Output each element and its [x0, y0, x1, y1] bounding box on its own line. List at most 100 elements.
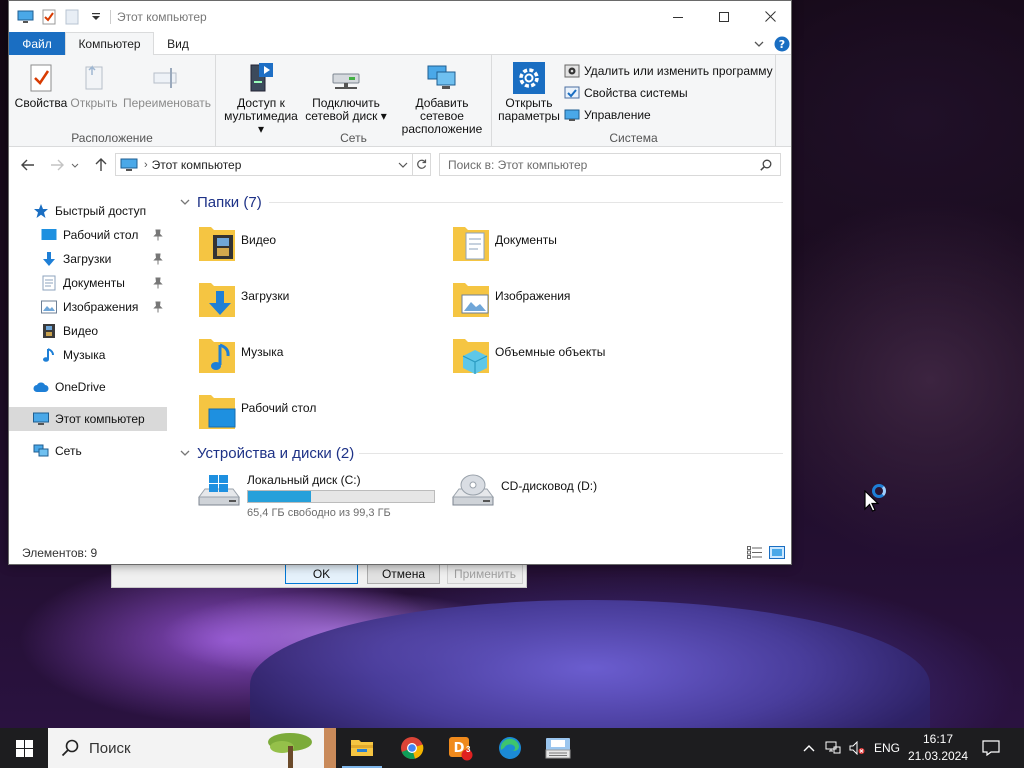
details-view-icon[interactable]: [747, 546, 763, 559]
breadcrumb-chevron[interactable]: ›: [144, 159, 148, 171]
folders-header-text: Папки (7): [197, 193, 262, 211]
folders-group-header[interactable]: Папки (7): [179, 191, 262, 213]
taskbar-app-d3[interactable]: D 3: [436, 728, 484, 768]
minimize-button[interactable]: [655, 1, 701, 32]
properties-button[interactable]: Свойства: [15, 59, 67, 110]
cancel-button[interactable]: Отмена: [367, 563, 440, 584]
system-properties-button[interactable]: Свойства системы: [564, 84, 688, 102]
folder-music[interactable]: Музыка: [195, 333, 445, 385]
folder-3d-objects[interactable]: Объемные объекты: [449, 333, 699, 385]
add-network-location-button[interactable]: Добавить сетевое расположение: [392, 59, 492, 136]
manage-icon: [564, 109, 580, 121]
taskbar-keyboard-app[interactable]: [534, 728, 582, 768]
back-button[interactable]: [18, 155, 38, 175]
address-bar[interactable]: › Этот компьютер: [115, 153, 431, 176]
map-drive-label-2: сетевой диск ▾: [305, 109, 387, 123]
sidebar-item-videos[interactable]: Видео: [9, 319, 167, 343]
network-status-button[interactable]: [822, 728, 844, 768]
title-bar[interactable]: Этот компьютер: [9, 1, 791, 32]
search-placeholder[interactable]: Поиск в: Этот компьютер: [448, 158, 587, 172]
ribbon-expand-button[interactable]: [751, 35, 767, 52]
ribbon-group-location: Свойства Открыть Переименовать Расположе…: [9, 55, 216, 147]
folder-downloads[interactable]: Загрузки: [195, 277, 445, 329]
cloud-icon: [33, 379, 49, 395]
computer-icon: [33, 411, 49, 427]
notifications-button[interactable]: [976, 728, 1006, 768]
help-button[interactable]: ?: [773, 35, 791, 52]
folder-label: Объемные объекты: [495, 345, 606, 359]
taskbar-clock[interactable]: 16:17 21.03.2024: [906, 731, 970, 765]
manage-button[interactable]: Управление: [564, 106, 651, 124]
address-text[interactable]: Этот компьютер: [152, 158, 242, 172]
search-box[interactable]: Поиск в: Этот компьютер: [439, 153, 781, 176]
open-settings-button[interactable]: Открыть параметры: [496, 59, 562, 123]
maximize-button[interactable]: [701, 1, 747, 32]
folder-videos[interactable]: Видео: [195, 221, 445, 273]
cube-folder-icon: [449, 333, 493, 381]
volume-button[interactable]: [846, 728, 868, 768]
network-monitor-icon: [825, 741, 841, 754]
document-icon: [41, 275, 57, 291]
uninstall-program-button[interactable]: Удалить или изменить программу: [564, 62, 773, 80]
search-icon[interactable]: [760, 159, 772, 171]
sidebar-item-quick-access[interactable]: Быстрый доступ: [9, 199, 167, 223]
ribbon-group-network: Доступ к мультимедиа ▾ Подключить сетево…: [216, 55, 492, 147]
group-divider: [269, 202, 783, 203]
folder-pictures[interactable]: Изображения: [449, 277, 699, 329]
ok-button[interactable]: OK: [285, 563, 358, 584]
quick-access-dropdown-icon[interactable]: [87, 8, 105, 26]
refresh-button[interactable]: [412, 154, 430, 175]
arrow-right-icon: [51, 159, 64, 171]
music-note-icon: [41, 347, 57, 363]
devices-group-header[interactable]: Устройства и диски (2): [179, 442, 354, 464]
pin-icon[interactable]: [153, 301, 163, 313]
map-drive-button[interactable]: Подключить сетевой диск ▾: [304, 59, 388, 123]
search-icon: [61, 739, 79, 757]
drive-name: Локальный диск (C:): [247, 473, 361, 487]
sidebar-item-documents[interactable]: Документы: [9, 271, 167, 295]
start-button[interactable]: [0, 728, 48, 768]
media-access-button[interactable]: Доступ к мультимедиа ▾: [220, 59, 302, 136]
sidebar-label: Видео: [63, 324, 99, 338]
sidebar-item-network[interactable]: Сеть: [9, 439, 167, 463]
close-button[interactable]: [747, 1, 791, 32]
download-arrow-icon: [41, 251, 57, 267]
system-group-label: Система: [609, 131, 658, 145]
devices-header-text: Устройства и диски (2): [197, 444, 355, 462]
downloads-folder-icon: [195, 277, 239, 325]
pin-icon[interactable]: [153, 229, 163, 241]
taskbar-edge[interactable]: [486, 728, 534, 768]
sidebar-item-pictures[interactable]: Изображения: [9, 295, 167, 319]
apply-button: Применить: [447, 563, 523, 584]
taskbar-explorer[interactable]: [338, 728, 386, 768]
properties-quick-icon[interactable]: [40, 8, 58, 26]
tiles-view-icon[interactable]: [769, 546, 785, 559]
folder-documents[interactable]: Документы: [449, 221, 699, 273]
drive-free-space: 65,4 ГБ свободно из 99,3 ГБ: [247, 507, 391, 519]
drive-c[interactable]: Локальный диск (C:) 65,4 ГБ свободно из …: [195, 471, 435, 527]
sidebar-item-this-pc[interactable]: Этот компьютер: [9, 407, 167, 431]
title-separator: [110, 10, 111, 24]
open-button: Открыть: [67, 59, 121, 110]
show-hidden-icons-button[interactable]: [798, 728, 820, 768]
sidebar-item-desktop[interactable]: Рабочий стол: [9, 223, 167, 247]
folder-desktop[interactable]: Рабочий стол: [195, 389, 445, 441]
pin-icon[interactable]: [153, 277, 163, 289]
rename-icon: [150, 59, 184, 97]
sidebar-item-music[interactable]: Музыка: [9, 343, 167, 367]
chevron-down-icon[interactable]: [398, 162, 408, 168]
sidebar-item-downloads[interactable]: Загрузки: [9, 247, 167, 271]
sidebar-item-onedrive[interactable]: OneDrive: [9, 375, 167, 399]
taskbar-search[interactable]: Поиск: [48, 728, 336, 768]
tab-view[interactable]: Вид: [154, 32, 202, 55]
open-icon: [77, 59, 111, 97]
drive-d[interactable]: CD-дисковод (D:): [449, 471, 597, 527]
new-folder-quick-icon[interactable]: [63, 8, 81, 26]
tab-computer[interactable]: Компьютер: [65, 32, 154, 56]
tab-file[interactable]: Файл: [9, 32, 65, 55]
taskbar-chrome[interactable]: [388, 728, 436, 768]
input-language-button[interactable]: ENG: [870, 728, 904, 768]
recent-locations-button[interactable]: [69, 155, 81, 175]
up-button[interactable]: [91, 155, 111, 175]
pin-icon[interactable]: [153, 253, 163, 265]
